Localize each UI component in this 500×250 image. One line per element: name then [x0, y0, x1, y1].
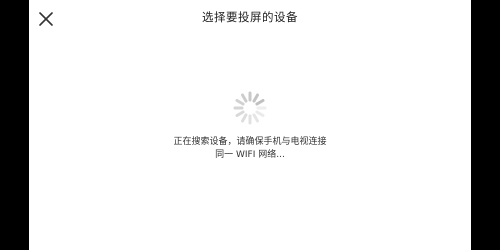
spinner-spoke — [255, 99, 265, 106]
loading-spinner-icon — [233, 91, 267, 125]
spinner-spoke — [255, 110, 265, 117]
spinner-spoke — [241, 93, 248, 103]
cast-device-screen: 选择要投屏的设备 正在搜索设备，请确保手机与电视连接 同一 WIFI 网络... — [29, 0, 471, 250]
spinner-spoke — [235, 110, 245, 117]
page-title: 选择要投屏的设备 — [202, 10, 298, 24]
spinner-spoke — [241, 113, 248, 123]
status-line-1: 正在搜索设备，请确保手机与电视连接 — [173, 137, 327, 147]
spinner-spoke — [235, 99, 245, 106]
search-status-text: 正在搜索设备，请确保手机与电视连接 同一 WIFI 网络... — [29, 136, 471, 162]
spinner-spoke — [252, 93, 259, 103]
status-line-2: 同一 WIFI 网络... — [215, 150, 285, 160]
spinner-spoke — [252, 113, 259, 123]
